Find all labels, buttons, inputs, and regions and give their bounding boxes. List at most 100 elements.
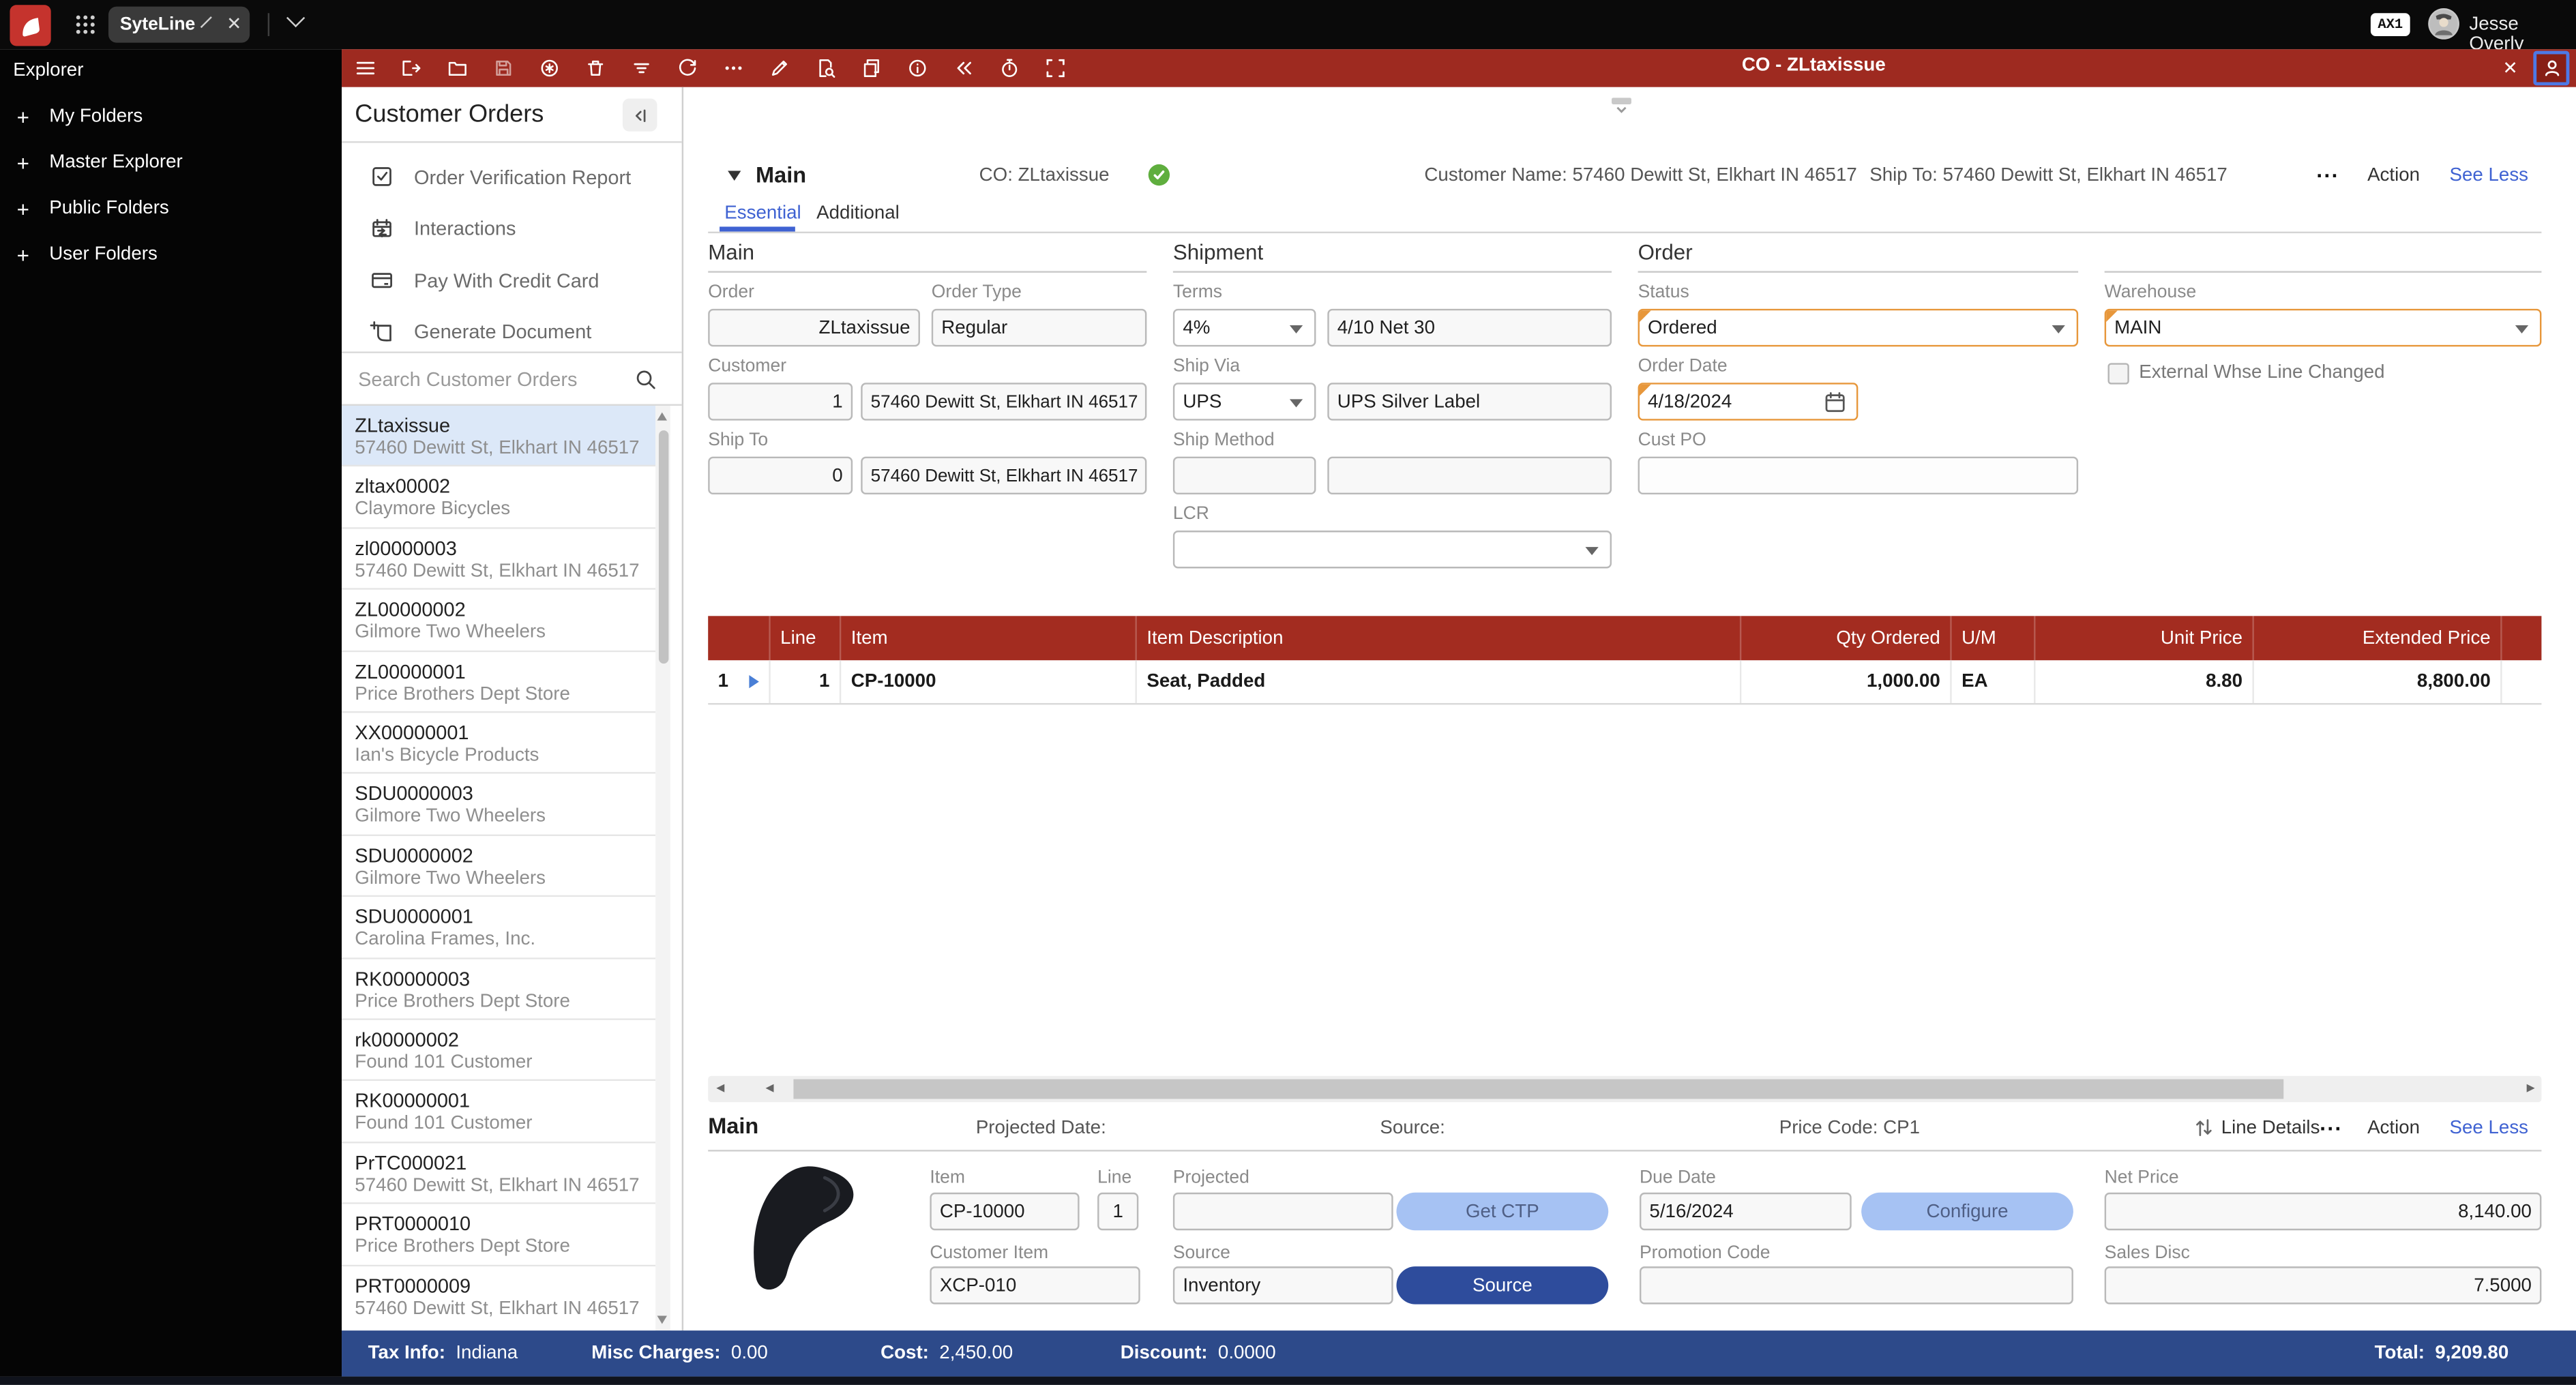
list-item-order[interactable]: ZLtaxissue 57460 Dewitt St, Elkhart IN 4…	[342, 406, 655, 467]
list-item-order[interactable]: zl00000003 57460 Dewitt St, Elkhart IN 4…	[342, 528, 655, 590]
source-field[interactable]: Inventory	[1173, 1266, 1393, 1304]
cust-po-field[interactable]	[1638, 457, 2079, 494]
grid-cell-rownum[interactable]: 1	[708, 660, 769, 703]
chevron-down-icon[interactable]	[200, 16, 211, 27]
expand-row-icon[interactable]	[749, 675, 758, 688]
user-avatar[interactable]	[2428, 8, 2459, 40]
expand-icon[interactable]: +	[13, 104, 33, 129]
scroll-left-icon[interactable]: ◂	[716, 1081, 724, 1097]
see-less-link[interactable]: See Less	[2450, 166, 2529, 185]
grid-row[interactable]: 1 1 CP-10000 Seat, Padded 1,000.00 EA 8.…	[708, 660, 2541, 704]
menu-icon[interactable]	[355, 57, 376, 78]
scroll-up-icon[interactable]	[657, 413, 667, 421]
filter-icon[interactable]	[631, 57, 652, 78]
warehouse-select[interactable]: MAIN	[2105, 309, 2542, 346]
more-options-icon[interactable]	[723, 57, 744, 78]
tab-additional[interactable]: Additional	[816, 204, 900, 224]
action-button[interactable]: Action	[2367, 1118, 2420, 1138]
sidebar-item-my-folders[interactable]: + My Folders	[0, 95, 342, 138]
line-details-toggle[interactable]: Line Details	[2221, 1118, 2320, 1138]
order-type-field[interactable]: Regular	[932, 309, 1147, 346]
item-field[interactable]: CP-10000	[930, 1193, 1079, 1230]
search-icon[interactable]	[634, 368, 657, 391]
sort-lines-icon[interactable]	[2195, 1117, 2212, 1138]
ship-method-field[interactable]	[1173, 457, 1316, 494]
list-item-order[interactable]: zltax00002 Claymore Bicycles	[342, 467, 655, 528]
list-item-order[interactable]: PRT0000010 Price Brothers Dept Store	[342, 1204, 655, 1266]
projected-field[interactable]	[1173, 1193, 1393, 1230]
grid-h-scrollbar[interactable]: ◂ ◂ ▸	[708, 1076, 2541, 1103]
list-item-order[interactable]: PrTC000021 57460 Dewitt St, Elkhart IN 4…	[342, 1143, 655, 1204]
open-form-icon[interactable]	[401, 57, 422, 78]
get-ctp-button[interactable]: Get CTP	[1396, 1193, 1608, 1230]
menu-item-interactions[interactable]: Interactions	[342, 203, 682, 254]
action-button[interactable]: Action	[2367, 166, 2420, 185]
ship-to-number-field[interactable]: 0	[708, 457, 853, 494]
scrollbar-thumb[interactable]	[793, 1079, 2283, 1099]
new-tab-chevron-icon[interactable]	[286, 9, 305, 27]
sidebar-item-public-folders[interactable]: + Public Folders	[0, 188, 342, 230]
edit-icon[interactable]	[769, 57, 790, 78]
scroll-down-icon[interactable]	[657, 1315, 667, 1324]
sidebar-item-master-explorer[interactable]: + Master Explorer	[0, 141, 342, 184]
delete-icon[interactable]	[585, 57, 606, 78]
find-in-form-icon[interactable]	[815, 57, 836, 78]
scroll-right-icon[interactable]: ▸	[2527, 1081, 2535, 1097]
copy-icon[interactable]	[861, 57, 882, 78]
source-button[interactable]: Source	[1396, 1266, 1608, 1304]
folder-open-icon[interactable]	[447, 57, 468, 78]
list-item-order[interactable]: rk00000002 Found 101 Customer	[342, 1020, 655, 1082]
customer-item-field[interactable]: XCP-010	[930, 1266, 1140, 1304]
tab-essential[interactable]: Essential	[724, 204, 801, 224]
scroll-left-icon[interactable]: ◂	[766, 1081, 774, 1097]
drawer-handle-icon[interactable]	[1610, 93, 1633, 111]
list-item-order[interactable]: XX00000001 Ian's Bicycle Products	[342, 713, 655, 774]
external-whse-checkbox[interactable]	[2107, 363, 2129, 384]
info-icon[interactable]	[907, 57, 928, 78]
customer-number-field[interactable]: 1	[708, 383, 853, 420]
list-item-order[interactable]: ZL00000001 Price Brothers Dept Store	[342, 651, 655, 713]
maximize-icon[interactable]	[1045, 57, 1066, 78]
expand-icon[interactable]: +	[13, 242, 33, 267]
order-date-field[interactable]: 4/18/2024	[1638, 383, 1859, 420]
list-item-order[interactable]: SDU0000001 Carolina Frames, Inc.	[342, 897, 655, 959]
collapse-section-icon[interactable]	[728, 171, 741, 181]
list-item-order[interactable]: RK00000001 Found 101 Customer	[342, 1082, 655, 1143]
configure-button[interactable]: Configure	[1861, 1193, 2073, 1230]
infor-logo[interactable]	[10, 5, 50, 46]
expand-icon[interactable]: +	[13, 150, 33, 175]
user-context-button[interactable]	[2533, 51, 2569, 86]
menu-item-pay-with-credit-card[interactable]: Pay With Credit Card	[342, 254, 682, 306]
more-actions-button[interactable]: ...	[2316, 158, 2339, 182]
list-item-order[interactable]: RK00000003 Price Brothers Dept Store	[342, 959, 655, 1020]
collapse-left-icon[interactable]	[953, 57, 974, 78]
close-form-icon[interactable]: ✕	[2497, 56, 2523, 83]
terms-select[interactable]: 4%	[1173, 309, 1316, 346]
promotion-code-field[interactable]	[1640, 1266, 2073, 1304]
order-field[interactable]: ZLtaxissue	[708, 309, 920, 346]
ship-via-select[interactable]: UPS	[1173, 383, 1316, 420]
list-item-order[interactable]: ZL00000002 Gilmore Two Wheelers	[342, 590, 655, 651]
scrollbar-thumb[interactable]	[658, 430, 668, 664]
lcr-select[interactable]	[1173, 531, 1612, 568]
list-item-order[interactable]: SDU0000002 Gilmore Two Wheelers	[342, 836, 655, 897]
calendar-icon[interactable]	[1824, 391, 1847, 414]
collapse-panel-button[interactable]	[623, 99, 657, 132]
status-select[interactable]: Ordered	[1638, 309, 2079, 346]
list-scrollbar[interactable]	[655, 406, 670, 1330]
timer-icon[interactable]	[999, 57, 1020, 78]
due-date-field[interactable]: 5/16/2024	[1640, 1193, 1852, 1230]
app-grid-icon[interactable]	[74, 13, 97, 36]
see-less-link[interactable]: See Less	[2450, 1118, 2529, 1138]
refresh-icon[interactable]	[677, 57, 698, 78]
list-item-order[interactable]: SDU0000003 Gilmore Two Wheelers	[342, 774, 655, 835]
menu-item-order-verification-report[interactable]: Order Verification Report	[342, 151, 682, 203]
tab-syteline[interactable]: SyteLine ✕	[108, 7, 250, 43]
close-tab-icon[interactable]: ✕	[226, 16, 241, 33]
more-actions-button[interactable]: ...	[2320, 1110, 2342, 1135]
list-item-order[interactable]: PRT0000009 57460 Dewitt St, Elkhart IN 4…	[342, 1266, 655, 1327]
save-icon[interactable]	[493, 57, 514, 78]
search-input[interactable]	[355, 366, 634, 393]
new-record-icon[interactable]	[539, 57, 560, 78]
expand-icon[interactable]: +	[13, 196, 33, 221]
